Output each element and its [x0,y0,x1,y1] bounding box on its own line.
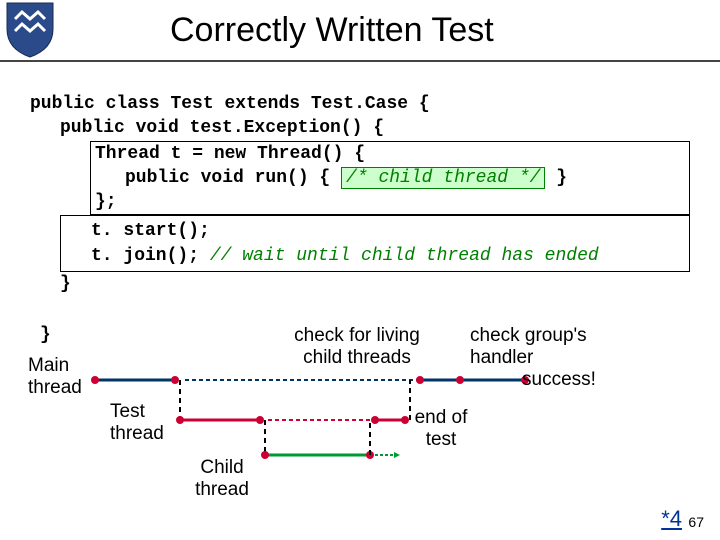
thread-diagram: } Main thread Test thread Child thread c… [0,325,720,535]
main-thread-label: Main thread [28,355,88,399]
page-number: 67 [688,514,704,530]
group-label: check group's handler [470,325,640,369]
code-block: public class Test extends Test.Case { pu… [0,62,720,296]
end-label: end of test [406,407,476,451]
success-label: success! [522,369,596,391]
check-label: check for living child threads [282,325,432,369]
slide-title: Correctly Written Test [170,11,494,50]
test-thread-label: Test thread [110,401,170,445]
footnote-link[interactable]: *4 [661,506,682,532]
child-thread-label: Child thread [192,457,252,501]
outer-code-box: t. start(); t. join(); // wait until chi… [60,215,690,272]
slide-header: Correctly Written Test [0,0,720,62]
inner-code-box: Thread t = new Thread() { public void ru… [90,141,690,216]
close-brace: } [40,325,51,346]
shield-logo-icon [0,0,60,60]
